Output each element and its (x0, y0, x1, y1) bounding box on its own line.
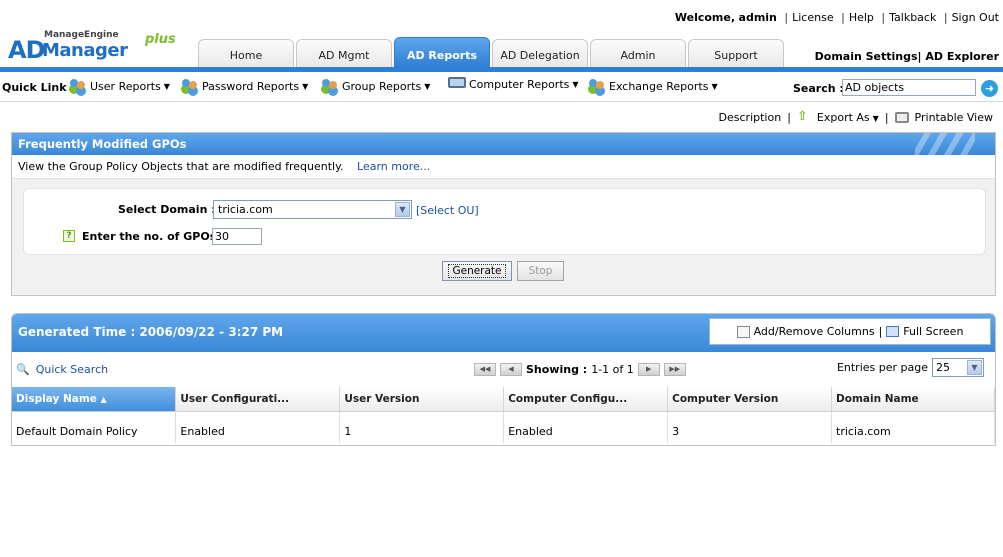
domain-settings-links[interactable]: Domain Settings| AD Explorer (815, 50, 999, 63)
column-header-domain-name[interactable]: Domain Name (831, 387, 995, 412)
quicklink-label: Quick Link : (2, 81, 75, 94)
domain-select[interactable]: tricia.com ▼ (213, 200, 412, 219)
chevron-down-icon: ▼ (967, 360, 982, 375)
computer-icon (448, 77, 466, 88)
chevron-down-icon: ▼ (163, 81, 170, 91)
next-page-icon[interactable]: ▶ (637, 363, 660, 376)
search-input[interactable] (842, 79, 976, 96)
panel-title: Frequently Modified GPOs (18, 137, 187, 151)
column-options: Add/Remove Columns | Full Screen (709, 318, 991, 345)
user-reports-menu[interactable]: User Reports ▼ (69, 78, 170, 94)
table-cell: Default Domain Policy (12, 411, 177, 443)
first-page-icon[interactable]: ◀◀ (474, 363, 496, 376)
sign-out-link[interactable]: Sign Out (952, 11, 999, 24)
export-as-menu[interactable]: Export As ▼ (817, 111, 879, 124)
report-toolbar: Description | ⇧ Export As ▼ | Printable V… (718, 109, 993, 124)
full-screen-link[interactable]: Full Screen (903, 325, 963, 338)
column-header-computer-config[interactable]: Computer Configu... (503, 387, 669, 412)
column-header-display-name[interactable]: Display Name ▲ (12, 387, 177, 412)
group-icon (321, 78, 339, 94)
column-header-user-config[interactable]: User Configurati... (175, 387, 341, 412)
chevron-down-icon: ▼ (572, 80, 579, 89)
table-header-row: Display Name ▲ User Configurati... User … (12, 387, 995, 412)
prev-page-icon[interactable]: ◀ (500, 363, 522, 376)
tab-ad-delegation[interactable]: AD Delegation (492, 39, 588, 67)
printer-icon (894, 111, 909, 123)
table-row[interactable]: Default Domain Policy Enabled 1 Enabled … (12, 411, 995, 443)
top-links: Welcome, admin | License | Help | Talkback … (674, 11, 999, 24)
chevron-down-icon: ▼ (711, 81, 718, 91)
tab-support[interactable]: Support (688, 39, 784, 67)
search-go-icon[interactable]: ➜ (981, 80, 998, 97)
learn-more-link[interactable]: Learn more... (357, 160, 430, 173)
chevron-down-icon: ▼ (424, 81, 431, 91)
users-icon (69, 78, 87, 94)
chevron-down-icon: ▼ (872, 113, 879, 123)
generated-time: Generated Time : 2006/09/22 - 3:27 PM (18, 325, 284, 339)
talkback-link[interactable]: Talkback (889, 11, 936, 24)
results-title-bar: Generated Time : 2006/09/22 - 3:27 PM Ad… (12, 314, 995, 352)
group-reports-menu[interactable]: Group Reports ▼ (321, 78, 430, 94)
table-cell: Enabled (503, 411, 669, 443)
chevron-down-icon: ▼ (395, 202, 410, 217)
report-options-panel: Frequently Modified GPOs View the Group … (11, 132, 996, 296)
welcome-text: Welcome, admin (674, 11, 777, 24)
gpo-count-label: Enter the no. of GPOs : (82, 230, 225, 243)
last-page-icon[interactable]: ▶▶ (663, 363, 686, 376)
entries-label: Entries per page (836, 361, 928, 374)
export-icon: ⇧ (796, 109, 808, 124)
exchange-icon (588, 78, 606, 94)
pagination: ◀◀ ◀ Showing : 1-1 of 1 ▶ ▶▶ (474, 363, 686, 376)
exchange-reports-menu[interactable]: Exchange Reports ▼ (588, 78, 718, 94)
sort-asc-icon: ▲ (100, 394, 107, 404)
table-cell: 3 (667, 411, 833, 443)
entries-select[interactable]: 25 ▼ (932, 358, 984, 377)
showing-label: Showing : (526, 363, 588, 376)
select-ou-link[interactable]: [Select OU] (416, 204, 479, 217)
table-cell: tricia.com (831, 411, 995, 443)
full-screen-icon (886, 326, 900, 337)
tab-ad-reports[interactable]: AD Reports (394, 37, 490, 67)
report-results-panel: Generated Time : 2006/09/22 - 3:27 PM Ad… (11, 313, 996, 446)
quick-search[interactable]: 🔍 Quick Search (16, 363, 108, 376)
users-key-icon (181, 78, 199, 94)
help-link[interactable]: Help (849, 11, 874, 24)
add-remove-columns-link[interactable]: Add/Remove Columns (754, 325, 875, 338)
main-tabs: Home AD Mgmt AD Reports AD Delegation Ad… (198, 37, 784, 67)
license-link[interactable]: License (792, 11, 833, 24)
table-cell: 1 (339, 411, 505, 443)
magnifier-icon: 🔍 (16, 363, 30, 376)
tab-home[interactable]: Home (198, 39, 294, 67)
stop-button[interactable]: Stop (517, 261, 564, 281)
entries-per-page: Entries per page 25 ▼ (837, 358, 984, 377)
quick-search-link[interactable]: Quick Search (36, 363, 108, 376)
admanager-logo[interactable]: ManageEngine AD Manager plus (8, 30, 188, 66)
report-description: View the Group Policy Objects that are m… (12, 155, 995, 179)
column-header-user-version[interactable]: User Version (339, 387, 505, 412)
search-label: Search : (793, 82, 844, 95)
table-cell: Enabled (175, 411, 341, 443)
printable-view-link[interactable]: Printable View (915, 111, 993, 124)
description-link[interactable]: Description (719, 111, 782, 124)
generate-button[interactable]: Generate (442, 261, 512, 281)
showing-value: 1-1 of 1 (591, 363, 634, 376)
options-box (23, 188, 986, 255)
panel-title-bar: Frequently Modified GPOs (12, 133, 995, 155)
computer-reports-menu[interactable]: Computer Reports ▼ (448, 77, 579, 91)
tab-admin[interactable]: Admin (590, 39, 686, 67)
edit-columns-icon (736, 325, 750, 338)
password-reports-menu[interactable]: Password Reports ▼ (181, 78, 308, 94)
report-table: Display Name ▲ User Configurati... User … (12, 387, 995, 443)
tab-ad-mgmt[interactable]: AD Mgmt (296, 39, 392, 67)
username: admin (738, 11, 777, 24)
column-header-computer-version[interactable]: Computer Version (667, 387, 833, 412)
select-domain-label: Select Domain : (118, 203, 216, 216)
decorative-stripes (915, 133, 975, 155)
gpo-count-input[interactable] (212, 228, 262, 245)
chevron-down-icon: ▼ (302, 81, 309, 91)
help-icon[interactable]: ? (63, 230, 75, 242)
